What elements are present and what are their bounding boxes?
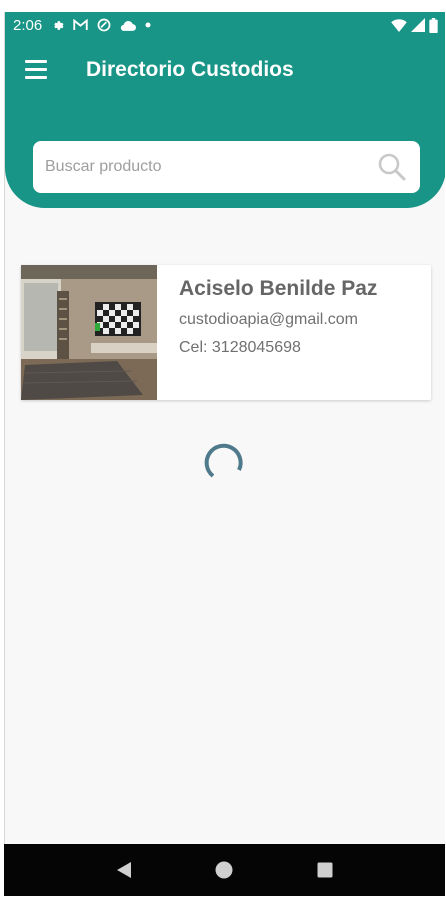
- custodian-photo: [21, 265, 157, 400]
- custodian-info: Aciselo Benilde Paz custodioapia@gmail.c…: [157, 265, 377, 400]
- gmail-icon: [73, 19, 88, 31]
- status-bar: 2:06: [5, 12, 445, 38]
- search-icon[interactable]: [376, 151, 408, 183]
- search-input[interactable]: [45, 158, 376, 176]
- custodian-card[interactable]: Aciselo Benilde Paz custodioapia@gmail.c…: [21, 265, 431, 400]
- cloud-icon: [120, 20, 137, 31]
- custodian-email: custodioapia@gmail.com: [179, 311, 358, 328]
- back-icon[interactable]: [109, 855, 139, 885]
- page-title: Directorio Custodios: [86, 58, 294, 81]
- custodian-phone: Cel: 3128045698: [179, 339, 301, 356]
- search-bar: [33, 141, 420, 193]
- signal-icon: [411, 18, 425, 32]
- app-screen: 2:06 Directorio Custodios Buscar product…: [4, 12, 445, 844]
- status-time: 2:06: [13, 16, 43, 34]
- loading-spinner: [201, 438, 249, 486]
- device-frame: 2:06 Directorio Custodios Buscar product…: [0, 0, 446, 900]
- settings-icon: [51, 19, 64, 32]
- hamburger-menu-icon[interactable]: [25, 60, 49, 80]
- system-nav-bar: [4, 844, 445, 896]
- vpn-icon: [97, 18, 111, 32]
- recents-icon[interactable]: [310, 855, 340, 885]
- battery-icon: [429, 17, 438, 33]
- dot-icon: [145, 22, 151, 28]
- app-header: Directorio Custodios: [5, 38, 445, 208]
- wifi-icon: [391, 18, 407, 32]
- home-icon[interactable]: [209, 855, 239, 885]
- custodian-name: Aciselo Benilde Paz: [179, 277, 378, 300]
